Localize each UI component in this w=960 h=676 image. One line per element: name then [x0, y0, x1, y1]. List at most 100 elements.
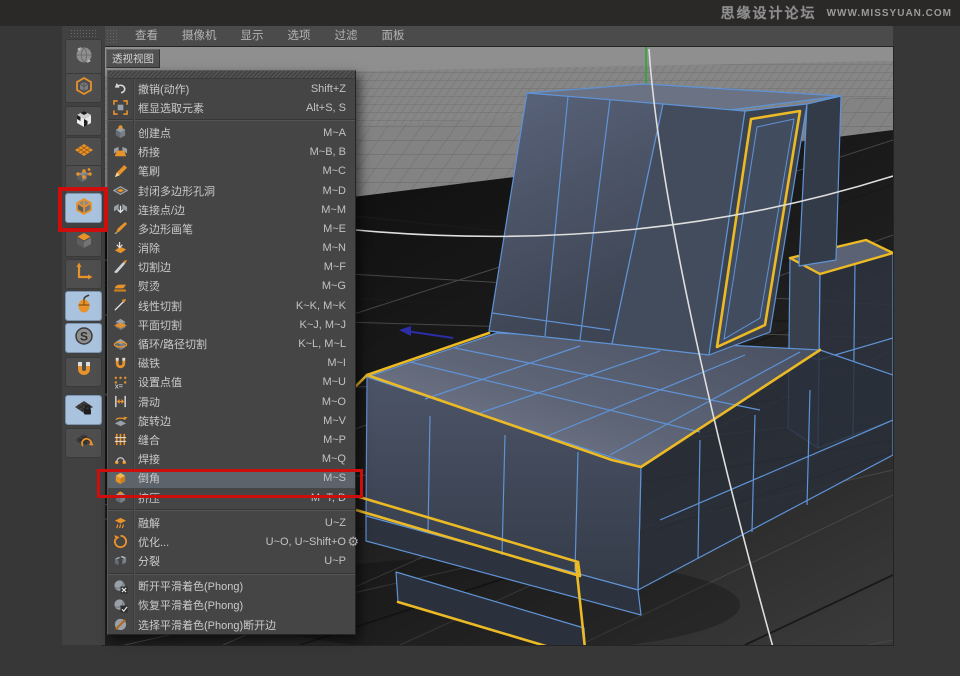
menu-item-stitch[interactable]: 缝合M~P: [108, 430, 355, 449]
menubar-item-1[interactable]: 摄像机: [170, 26, 229, 47]
menu-item-shortcut: U~O, U~Shift+O: [266, 536, 346, 548]
menu-item-shortcut: Alt+S, S: [306, 102, 346, 114]
menu-item-shortcut: M~V: [323, 415, 346, 427]
menu-item-plane-cut[interactable]: 平面切割K~J, M~J: [108, 315, 355, 334]
toolbar-polygons-mode-button[interactable]: [65, 227, 102, 257]
frame-select-icon: [112, 100, 129, 116]
svg-text:S: S: [80, 329, 88, 343]
toolbar-viewport-solo-button[interactable]: [65, 291, 102, 321]
menu-item-set-point-value[interactable]: x=设置点值M~U: [108, 373, 355, 392]
menu-item-undo[interactable]: 撤销(动作)Shift+Z: [108, 79, 355, 98]
menu-item-shortcut: M~A: [323, 127, 346, 139]
split-icon: [112, 553, 129, 569]
model-mode-icon: [74, 76, 94, 101]
make-editable-icon: [74, 45, 94, 70]
menu-item-shortcut: M~S: [323, 472, 346, 484]
menu-tearoff-strip[interactable]: [108, 71, 355, 79]
menu-item-label: 连接点/边: [138, 202, 185, 218]
menu-item-shortcut: M~B, B: [310, 146, 346, 158]
menu-item-bevel[interactable]: 倒角 M~S: [108, 469, 355, 488]
toolbar-edges-mode-button[interactable]: [65, 193, 102, 223]
edges-mode-icon: [74, 196, 94, 221]
menu-item-label: 框显选取元素: [138, 100, 204, 116]
menu-item-create-point[interactable]: 创建点 M~A: [108, 123, 355, 142]
menu-item-connect-points[interactable]: 连接点/边M~M: [108, 200, 355, 219]
menu-item-brush[interactable]: 笔刷M~C: [108, 162, 355, 181]
menu-item-loop-cut[interactable]: 循环/路径切割K~L, M~L: [108, 334, 355, 353]
menubar-item-2[interactable]: 显示: [229, 26, 276, 47]
menu-item-dissolve[interactable]: 消除M~N: [108, 239, 355, 258]
brush-icon: [112, 163, 129, 179]
loop-cut-icon: [112, 336, 129, 352]
menu-item-label: 倒角: [138, 470, 160, 486]
menu-item-shortcut: U~Z: [325, 517, 346, 529]
menu-item-shortcut: Shift+Z: [311, 83, 346, 95]
menu-item-edge-cut[interactable]: 切割边M~F: [108, 258, 355, 277]
snap-settings-icon: S: [74, 326, 94, 351]
menu-item-magnet[interactable]: 磁铁M~I: [108, 354, 355, 373]
phong-break-icon: [112, 578, 129, 594]
toolbar-points-mode-button[interactable]: [65, 165, 102, 195]
menu-item-optimize[interactable]: 优化...U~O, U~Shift+O⚙: [108, 532, 355, 551]
menu-item-polygon-pen[interactable]: 多边形画笔M~E: [108, 219, 355, 238]
toolbar-axis-mode-button[interactable]: [65, 259, 102, 289]
menu-item-line-cut[interactable]: 线性切割K~K, M~K: [108, 296, 355, 315]
menu-item-slide[interactable]: 滑动M~O: [108, 392, 355, 411]
menu-item-phong-restore[interactable]: 恢复平滑着色(Phong): [108, 596, 355, 615]
menu-item-split[interactable]: 分裂U~P: [108, 552, 355, 571]
menu-item-shortcut: K~J, M~J: [300, 319, 346, 331]
menu-item-shortcut: K~K, M~K: [296, 300, 346, 312]
menubar-item-3[interactable]: 选项: [276, 26, 323, 47]
toolbar-grip-icon[interactable]: [70, 29, 96, 38]
menubar-grip-icon[interactable]: [106, 29, 119, 44]
menu-item-label: 多边形画笔: [138, 221, 193, 237]
viewport-view-label[interactable]: 透视视图: [106, 49, 160, 68]
menubar-item-5[interactable]: 面板: [370, 26, 417, 47]
toolbar-magnet-snap-button[interactable]: [65, 357, 102, 387]
menu-item-shortcut: M~N: [322, 242, 346, 254]
menu-item-extrude[interactable]: 挤压 M~T, D: [108, 488, 355, 507]
menu-item-phong-select[interactable]: 选择平滑着色(Phong)断开边: [108, 615, 355, 634]
menu-item-weld[interactable]: 焊接M~Q: [108, 450, 355, 469]
phong-select-icon: [112, 617, 129, 633]
menu-item-label: 焊接: [138, 451, 160, 467]
toolbar-snap-settings-button[interactable]: S: [65, 323, 102, 353]
menu-item-phong-break[interactable]: 断开平滑着色(Phong): [108, 577, 355, 596]
menubar-item-4[interactable]: 过滤: [323, 26, 370, 47]
menu-item-close-hole[interactable]: 封闭多边形孔洞M~D: [108, 181, 355, 200]
menu-item-label: 断开平滑着色(Phong): [138, 578, 243, 594]
toolbar-workplane-mode-button[interactable]: [65, 137, 102, 167]
menu-item-label: 选择平滑着色(Phong)断开边: [138, 617, 276, 633]
gear-icon[interactable]: ⚙: [347, 534, 359, 550]
menu-item-shortcut: M~G: [322, 280, 346, 292]
toolbar-workplane-button[interactable]: [65, 428, 102, 458]
menu-item-iron[interactable]: 熨烫 M~G: [108, 277, 355, 296]
toolbar-make-editable-button[interactable]: [65, 39, 102, 75]
polygon-pen-icon: [112, 221, 129, 237]
menu-item-bridge[interactable]: 桥接M~B, B: [108, 143, 355, 162]
menu-item-melt[interactable]: 融解 U~Z: [108, 513, 355, 532]
mode-toolbar: S: [62, 26, 105, 645]
workplane-mode-icon: [74, 140, 94, 165]
rotate-edge-icon: [112, 413, 129, 429]
menu-item-shortcut: M~T, D: [311, 492, 346, 504]
line-cut-icon: [112, 298, 129, 314]
menu-item-label: 创建点: [138, 125, 171, 141]
menu-item-label: 熨烫: [138, 278, 160, 294]
menu-item-label: 融解: [138, 515, 160, 531]
svg-text:x=: x=: [115, 382, 124, 390]
toolbar-lock-workplane-button[interactable]: [65, 395, 102, 425]
toolbar-texture-mode-button[interactable]: [65, 106, 102, 136]
menu-item-rotate-edge[interactable]: 旋转边M~V: [108, 411, 355, 430]
toolbar-model-mode-button[interactable]: [65, 73, 102, 103]
lock-workplane-icon: [74, 398, 94, 423]
menu-item-frame-select[interactable]: 框显选取元素 Alt+S, S: [108, 98, 355, 117]
cinema4d-window: 思缘设计论坛 WWW.MISSYUAN.COM 查看摄像机显示选项过滤面板 透视…: [0, 0, 960, 676]
menu-item-label: 滑动: [138, 394, 160, 410]
menubar-item-0[interactable]: 查看: [123, 26, 170, 47]
optimize-icon: [112, 534, 129, 550]
bevel-icon: [112, 470, 129, 486]
iron-icon: [112, 278, 129, 294]
polygons-mode-icon: [74, 230, 94, 255]
menu-item-label: 挤压: [138, 490, 160, 506]
